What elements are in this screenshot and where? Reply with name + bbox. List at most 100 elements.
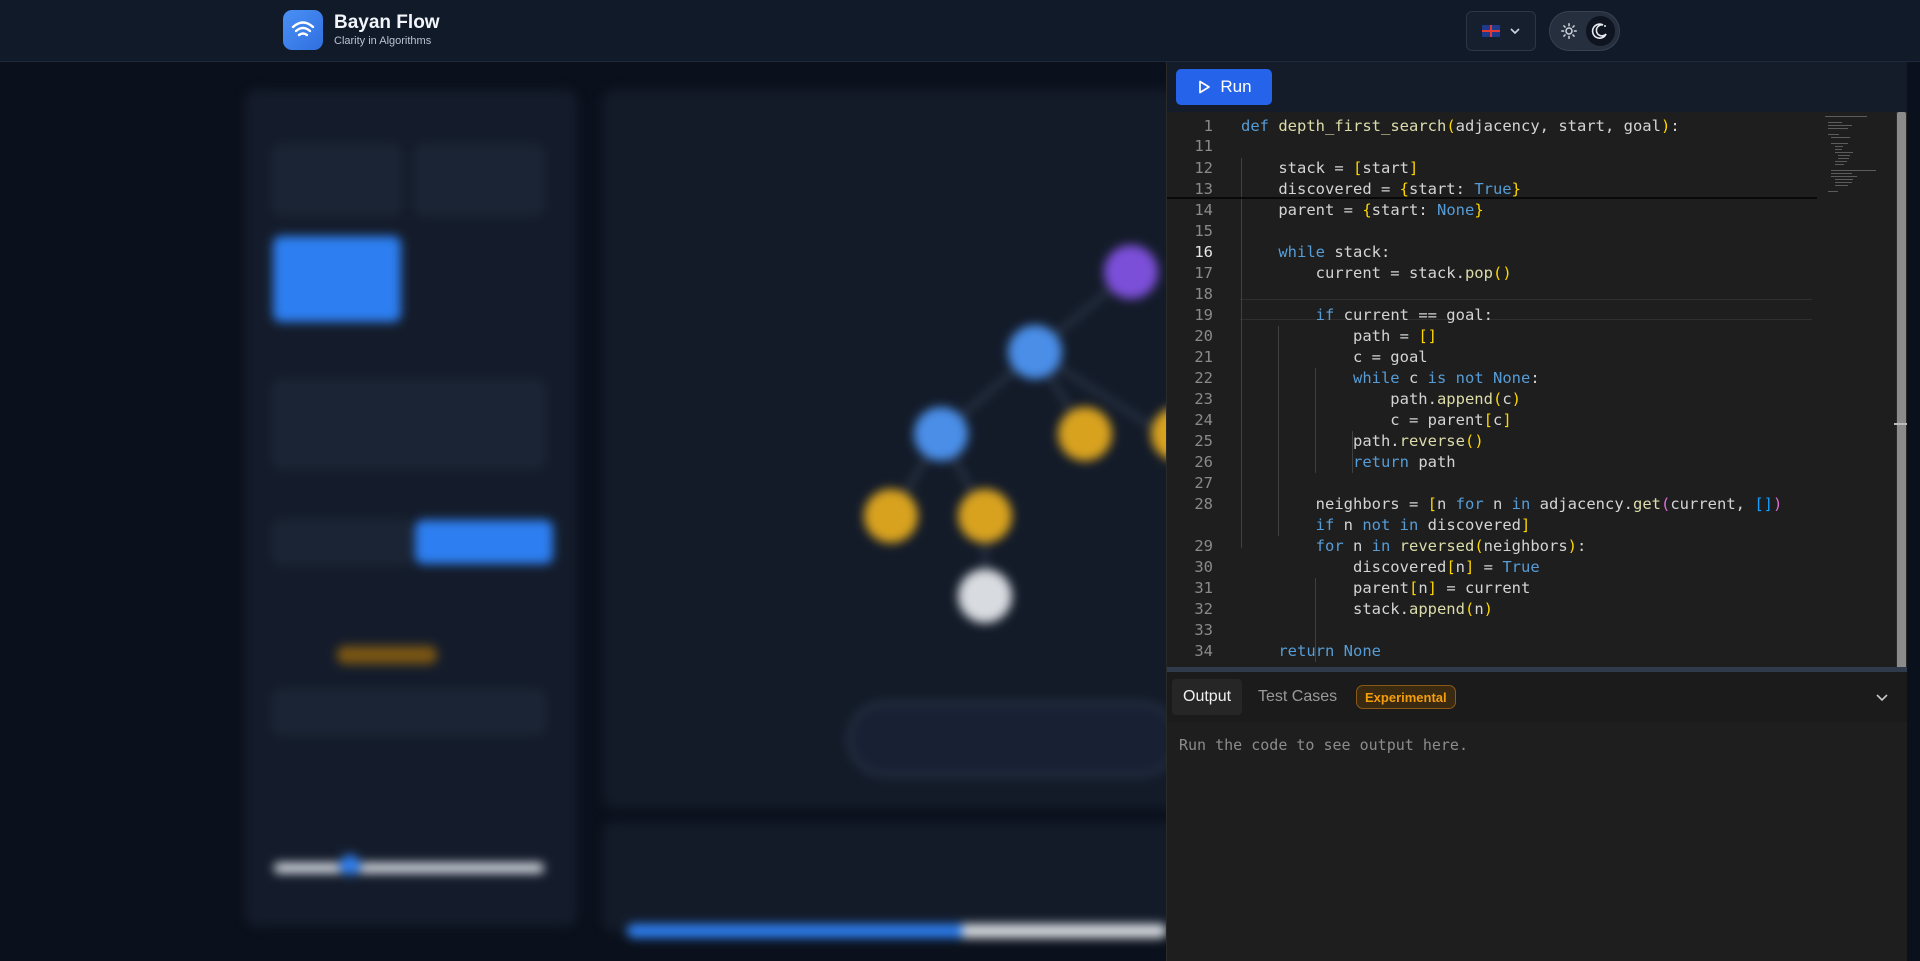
sticky-scroll-shadow	[1167, 197, 1817, 199]
chevron-down-icon	[1510, 27, 1520, 34]
code-line[interactable]: 31 parent[n] = current	[1167, 578, 1827, 599]
code-text: discovered[n] = True	[1241, 558, 1540, 576]
code-text: c = parent[c]	[1241, 411, 1512, 429]
uk-flag-icon	[1482, 25, 1500, 37]
line-number: 16	[1194, 243, 1213, 261]
run-button[interactable]: Run	[1176, 69, 1272, 105]
minimap-line	[1828, 125, 1852, 126]
code-line[interactable]: 29 for n in reversed(neighbors):	[1167, 536, 1827, 557]
line-number: 21	[1194, 348, 1213, 366]
experimental-badge: Experimental	[1356, 685, 1456, 709]
line-number: 28	[1194, 495, 1213, 513]
minimap-line	[1834, 146, 1843, 147]
editor-scroll-thumb[interactable]	[1897, 112, 1906, 667]
code-line[interactable]: 28 neighbors = [n for n in adjacency.get…	[1167, 494, 1827, 515]
graph-canvas	[603, 90, 1166, 808]
code-line[interactable]: 15	[1167, 221, 1827, 242]
code-line[interactable]: 16 while stack:	[1167, 242, 1827, 263]
minimap[interactable]	[1825, 116, 1885, 206]
code-line[interactable]: 24 c = parent[c]	[1167, 410, 1827, 431]
editor-toolbar: Run	[1167, 62, 1907, 112]
code-line[interactable]: 21 c = goal	[1167, 347, 1827, 368]
minimap-line	[1834, 152, 1853, 153]
code-text: def depth_first_search(adjacency, start,…	[1241, 117, 1680, 135]
code-line[interactable]: 25 path.reverse()	[1167, 431, 1827, 452]
scroll-position-marker	[1894, 423, 1907, 425]
code-line[interactable]: 22 while c is not None:	[1167, 368, 1827, 389]
editor-scrollbar[interactable]	[1896, 112, 1907, 667]
top-header: Bayan Flow Clarity in Algorithms	[0, 0, 1920, 62]
code-line[interactable]: 27	[1167, 473, 1827, 494]
code-line[interactable]: 14 parent = {start: None}	[1167, 200, 1827, 221]
minimap-line	[1837, 155, 1851, 156]
code-line[interactable]: 20 path = []	[1167, 326, 1827, 347]
code-line[interactable]: 32 stack.append(n)	[1167, 599, 1827, 620]
code-text: for n in reversed(neighbors):	[1315, 537, 1587, 555]
app-tagline: Clarity in Algorithms	[334, 35, 432, 47]
minimap-line	[1831, 137, 1851, 138]
code-text: if current == goal:	[1315, 306, 1493, 324]
minimap-line	[1834, 179, 1853, 180]
tab-output[interactable]: Output	[1172, 679, 1243, 715]
code-line[interactable]: if n not in discovered]	[1167, 515, 1827, 536]
code-text: return None	[1278, 642, 1381, 660]
line-number: 33	[1194, 621, 1213, 639]
minimap-line	[1825, 116, 1868, 117]
playback-controls	[603, 822, 1166, 932]
code-line[interactable]: 23 path.append(c)	[1167, 389, 1827, 410]
code-text: while stack:	[1278, 243, 1391, 261]
minimap-line	[1834, 185, 1849, 186]
code-line[interactable]: 33	[1167, 620, 1827, 641]
code-line[interactable]: 26 return path	[1167, 452, 1827, 473]
code-text: parent[n] = current	[1241, 579, 1531, 597]
code-line[interactable]: 30 discovered[n] = True	[1167, 557, 1827, 578]
indent-guide	[1315, 578, 1316, 662]
output-tabs: Output Test Cases Experimental	[1167, 672, 1907, 722]
minimap-line	[1831, 143, 1849, 144]
code-editor-panel: Run 1 def depth_first_search(adjacency, s…	[1166, 62, 1907, 961]
code-line[interactable]: 1 def depth_first_search(adjacency, start…	[1167, 116, 1827, 137]
output-body: Run the code to see output here.	[1167, 722, 1907, 961]
output-placeholder: Run the code to see output here.	[1179, 736, 1468, 754]
code-text: stack.append(n)	[1241, 600, 1494, 618]
indent-guide	[1352, 431, 1353, 473]
code-line[interactable]: 18	[1167, 284, 1827, 305]
line-number: 24	[1194, 411, 1213, 429]
chevron-down-icon[interactable]	[1873, 688, 1891, 706]
line-number: 34	[1194, 642, 1213, 660]
minimap-line	[1834, 149, 1842, 150]
brand[interactable]: Bayan Flow Clarity in Algorithms	[283, 10, 440, 50]
app-name: Bayan Flow	[334, 12, 440, 33]
line-number: 27	[1194, 474, 1213, 492]
line-number: 29	[1194, 537, 1213, 555]
code-line[interactable]: 19 if current == goal:	[1167, 305, 1827, 326]
code-line[interactable]: 12 stack = [start]	[1167, 158, 1827, 179]
minimap-line	[1831, 173, 1853, 174]
line-number: 12	[1194, 159, 1213, 177]
sun-icon[interactable]	[1554, 16, 1584, 46]
moon-icon[interactable]	[1585, 16, 1615, 46]
code-line[interactable]: 34 return None	[1167, 641, 1827, 662]
minimap-line	[1828, 191, 1839, 192]
theme-toggle[interactable]	[1549, 11, 1620, 51]
code-line[interactable]: 11	[1167, 136, 1827, 157]
code-text: current = stack.pop()	[1241, 264, 1512, 282]
background-visualizer	[0, 62, 1166, 961]
minimap-line	[1834, 164, 1845, 165]
line-number: 23	[1194, 390, 1213, 408]
line-number: 11	[1194, 137, 1213, 155]
line-number: 25	[1194, 432, 1213, 450]
language-selector[interactable]	[1466, 11, 1536, 51]
sidebar-panel	[245, 90, 577, 926]
line-number: 14	[1194, 201, 1213, 219]
code-line[interactable]: 17 current = stack.pop()	[1167, 263, 1827, 284]
line-number: 30	[1194, 558, 1213, 576]
tab-test-cases[interactable]: Test Cases	[1247, 679, 1348, 715]
minimap-line	[1828, 128, 1848, 129]
play-icon	[1199, 80, 1211, 94]
line-number: 26	[1194, 453, 1213, 471]
code-area[interactable]: 1 def depth_first_search(adjacency, start…	[1167, 112, 1907, 667]
wifi-logo-icon	[283, 10, 323, 50]
code-text: neighbors = [n for n in adjacency.get(cu…	[1241, 495, 1783, 513]
minimap-line	[1828, 122, 1842, 123]
